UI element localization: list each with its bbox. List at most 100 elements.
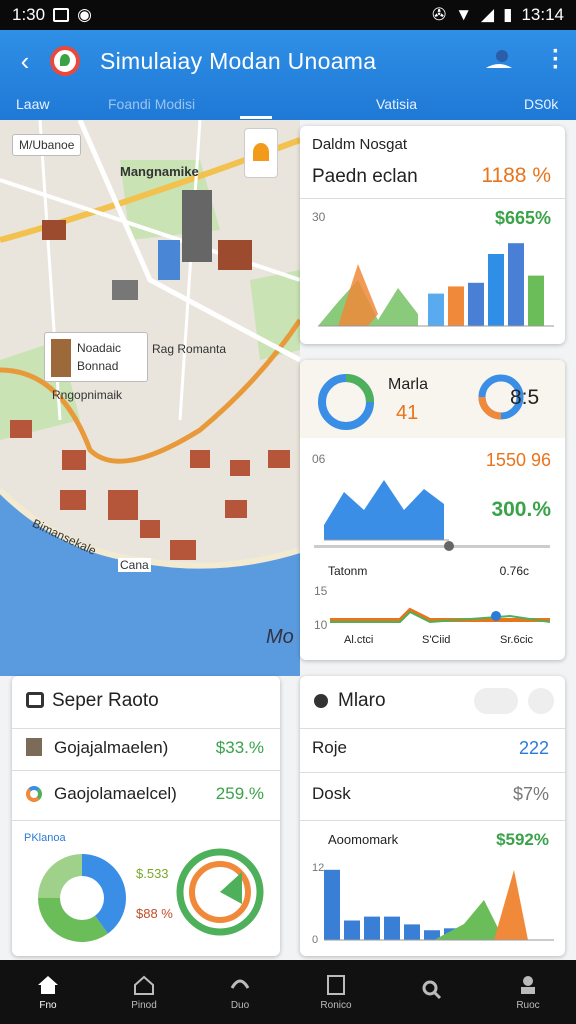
chart-area [494,870,528,940]
slider-track[interactable] [314,541,550,551]
stats-card-mid[interactable]: Marla 41 8:5 06 1550 96 300.% Tatonm 0.7… [300,360,565,660]
status-clock: 13:14 [521,5,564,24]
percent-change: $665% [494,208,551,228]
gauge-value: 8:5 [510,386,540,409]
expand-toggle[interactable] [474,688,518,714]
chart-bar [404,924,420,940]
line-chart [330,607,550,624]
row-value: 222 [518,738,549,758]
card-title: Seper Raoto [52,690,159,711]
axis-label: 06 [312,452,326,466]
marker-icon[interactable] [244,128,278,178]
city-map[interactable]: M/Ubanoe Mangnamike Noadaic Bonnad Rngop… [0,120,300,676]
status-bar: 1:30 ◉ ✇ ▼ ◢ ▮ 13:14 [0,0,576,30]
card-title: Mlaro [338,690,386,711]
chart-area [324,480,444,540]
tab-indicator [240,116,272,119]
percent-value: 1188 % [481,164,551,187]
profile-icon [521,975,535,994]
gauge-chart [176,848,264,936]
divider [12,770,280,771]
stats-card-bottom-right[interactable]: Mlaro Roje 222 Dosk $7% Aoomomark $592% … [300,676,565,956]
row-value: 259.% [215,784,264,803]
house-outline-icon [134,975,154,995]
card-title: Daldm Nosgat [312,136,408,153]
chart-bar [468,282,484,326]
nav-search[interactable] [384,960,480,1024]
card-title: Marla [388,376,429,393]
axis-label: 10 [314,618,328,632]
more-icon[interactable]: · · · [552,40,560,80]
chart-bar [364,916,380,940]
status-time: 1:30 [12,5,46,24]
chart-legend: PKlanoa [24,832,66,844]
place-card[interactable]: Noadaic Bonnad [44,332,148,382]
x-label: S'Ciid [422,634,451,646]
pier-label: Cana [118,558,151,572]
donut-icon [318,374,374,430]
divider [300,198,565,199]
nav-profile[interactable]: Ruoc [480,960,576,1024]
google-icon [26,786,42,802]
divider [300,728,565,729]
axis-label: 30 [312,210,326,224]
weather-icon[interactable] [482,46,516,74]
divider [12,728,280,729]
place-label: Rngopnimaik [52,388,123,402]
nav-label: Ronico [320,999,352,1011]
chart-area [338,264,378,326]
app-bar: ‹ Simulaiay Modan Unoama · · · Laaw Foandi… [0,30,576,120]
water-label: Mo [266,626,294,648]
nav-home[interactable]: Fno [0,960,96,1024]
back-arrow-icon[interactable]: ‹ [0,48,50,74]
percent-change: 300.% [491,498,551,521]
notification-icon: ◉ [77,5,92,24]
x-label: Al.ctci [344,634,374,646]
place-card-title: Noadaic [77,341,122,355]
district-label: Mangnamike [120,164,199,179]
pie-value: $.533 [136,866,169,881]
chart-bar [428,293,444,326]
chart-bar [448,286,464,326]
tag-label: Rag Romanta [152,342,227,356]
nav-pinod[interactable]: Pinod [96,960,192,1024]
app-title: Simulaiay Modan Unoama [100,47,377,74]
place-card-subtitle: Bonnad [77,359,119,373]
nav-duo[interactable]: Duo [192,960,288,1024]
chart-2 [324,480,449,541]
chart-bar [344,920,360,940]
stats-card-bottom-left[interactable]: Seper Raoto Gojajalmaelen) $33.% Gaojola… [12,676,280,956]
axis-label: 12 [312,862,325,874]
tab-foandi[interactable]: Foandi Modisi [108,88,195,120]
gallery-icon [53,8,70,22]
map-canvas [0,120,300,676]
divider [300,772,565,773]
bottom-nav: Fno Pinod Duo Ronico Ruoc [0,960,576,1024]
chart-bar [508,243,524,326]
tab-vatisia[interactable]: Vatisia [376,88,417,120]
divider [300,820,565,821]
folder-icon [26,692,44,708]
tab-laaw[interactable]: Laaw [16,88,49,120]
chart-1 [318,243,554,327]
chart-label: Aoomomark [328,832,399,847]
map-label-top[interactable]: M/Ubanoe [12,134,82,156]
label-value: 0.76c [499,564,529,578]
row-label: Roje [312,738,347,757]
chart-4 [324,869,554,941]
stats-card-top[interactable]: Daldm Nosgat Paedn eclan 1188 % 30 $665% [300,126,565,344]
alarm-icon: ✇ [431,5,447,24]
signal-icon: ◢ [481,5,495,24]
building-icon [51,339,71,377]
slider-thumb[interactable] [444,541,454,551]
tab-ds0k[interactable]: DS0k [524,88,558,120]
mlaro-icon [314,694,328,708]
wifi-icon: ▼ [455,5,473,24]
axis-label: 15 [314,584,328,598]
nav-ronico[interactable]: Ronico [288,960,384,1024]
options-button[interactable] [528,688,554,714]
nav-label: Duo [230,999,250,1011]
home-icon [38,975,58,994]
row-value: $33.% [215,738,264,757]
label-tatonm: Tatonm [328,564,368,578]
